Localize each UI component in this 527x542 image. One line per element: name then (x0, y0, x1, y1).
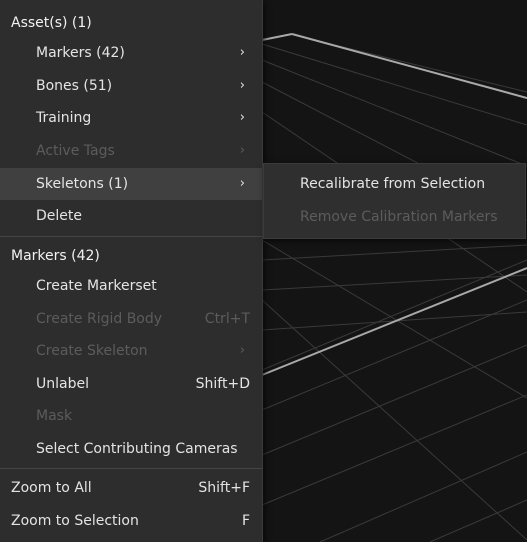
menu-item-label: Create Skeleton (36, 343, 148, 359)
chevron-right-icon: › (239, 343, 245, 358)
chevron-right-icon: › (239, 176, 245, 191)
shortcut-label: F (241, 513, 250, 529)
menu-item-label: Unlabel (36, 376, 89, 392)
menu-item-select-contributing-cameras[interactable]: Select Contributing Cameras (0, 433, 262, 465)
menu-item-label: Create Markerset (36, 278, 157, 294)
shortcut-label: Shift+F (198, 480, 250, 496)
menu-item-label: Remove Calibration Markers (300, 209, 498, 225)
menu-item-label: Zoom to All (11, 480, 92, 496)
chevron-right-icon: › (239, 45, 245, 60)
menu-item-markers[interactable]: Markers (42) › (0, 37, 262, 69)
section-header-assets: Asset(s) (1) (0, 7, 262, 39)
menu-item-label: Zoom to Selection (11, 513, 139, 529)
skeletons-submenu: Recalibrate from Selection Remove Calibr… (263, 163, 526, 239)
menu-item-recalibrate-from-selection[interactable]: Recalibrate from Selection (264, 168, 525, 200)
menu-separator (0, 468, 262, 469)
menu-item-label: Select Contributing Cameras (36, 441, 238, 457)
menu-item-bones[interactable]: Bones (51) › (0, 70, 262, 102)
menu-item-skeletons[interactable]: Skeletons (1) › (0, 168, 262, 200)
menu-item-create-markerset[interactable]: Create Markerset (0, 270, 262, 302)
menu-item-training[interactable]: Training › (0, 102, 262, 134)
menu-item-unlabel[interactable]: Unlabel Shift+D (0, 368, 262, 400)
section-header-label: Asset(s) (1) (11, 15, 92, 31)
menu-item-label: Mask (36, 408, 73, 424)
menu-item-label: Skeletons (1) (36, 176, 129, 192)
menu-item-create-skeleton: Create Skeleton › (0, 335, 262, 367)
menu-item-label: Bones (51) (36, 78, 113, 94)
shortcut-label: Ctrl+T (204, 311, 250, 327)
section-header-markers: Markers (42) (0, 240, 262, 272)
chevron-right-icon: › (239, 110, 245, 125)
menu-item-label: Markers (42) (36, 45, 125, 61)
menu-item-label: Recalibrate from Selection (300, 176, 486, 192)
context-menu: Asset(s) (1) Markers (42) › Bones (51) ›… (0, 0, 263, 542)
menu-item-active-tags: Active Tags › (0, 135, 262, 167)
menu-item-zoom-to-selection[interactable]: Zoom to Selection F (0, 505, 262, 537)
menu-item-label: Delete (36, 208, 82, 224)
chevron-right-icon: › (239, 143, 245, 158)
menu-item-remove-calibration-markers: Remove Calibration Markers (264, 201, 525, 233)
menu-separator (0, 236, 262, 237)
shortcut-label: Shift+D (195, 376, 250, 392)
menu-item-label: Create Rigid Body (36, 311, 163, 327)
chevron-right-icon: › (239, 78, 245, 93)
menu-item-create-rigid-body: Create Rigid Body Ctrl+T (0, 303, 262, 335)
menu-item-delete[interactable]: Delete (0, 200, 262, 232)
section-header-label: Markers (42) (11, 248, 100, 264)
menu-item-label: Training (36, 110, 92, 126)
menu-item-mask: Mask (0, 400, 262, 432)
menu-item-label: Active Tags (36, 143, 115, 159)
menu-item-zoom-to-all[interactable]: Zoom to All Shift+F (0, 472, 262, 504)
